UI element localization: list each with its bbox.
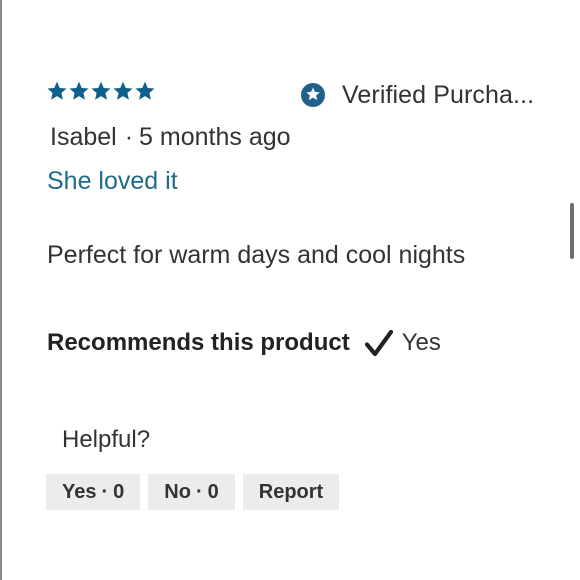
review-body: Perfect for warm days and cool nights [47, 241, 466, 269]
report-label: Report [258, 480, 324, 503]
star-icon [69, 81, 89, 100]
verified-purchase-label: Verified Purcha... [342, 80, 535, 109]
recommends-label: Recommends this product [47, 329, 350, 356]
verified-purchase-badge: Verified Purcha... [300, 80, 550, 110]
report-button[interactable]: Report [242, 474, 340, 510]
helpful-label: Helpful? [62, 426, 151, 453]
recommends-row: Recommends this product Yes [47, 326, 441, 360]
review-title: She loved it [47, 167, 178, 195]
helpful-actions: Yes · 0 No · 0 Report [46, 474, 340, 510]
helpful-no-count: 0 [207, 480, 219, 503]
scrollbar-thumb[interactable] [570, 203, 574, 259]
star-icon [135, 81, 155, 100]
verified-star-badge-icon [301, 83, 325, 107]
helpful-yes-label: Yes [62, 480, 97, 503]
no-dot: · [195, 480, 203, 503]
helpful-no-label: No [164, 480, 191, 503]
helpful-yes-count: 0 [113, 480, 125, 503]
meta-separator: · [124, 123, 134, 151]
yes-dot: · [101, 480, 109, 503]
checkmark-icon [364, 329, 393, 357]
star-icon [47, 81, 67, 100]
review-time: 5 months ago [139, 123, 291, 151]
star-rating [46, 80, 156, 108]
helpful-yes-button[interactable]: Yes · 0 [46, 474, 141, 510]
review-author: Isabel [50, 123, 117, 151]
review-meta: Isabel · 5 months ago [50, 123, 291, 152]
helpful-no-button[interactable]: No · 0 [148, 474, 235, 510]
left-border [0, 0, 2, 580]
star-icon [113, 81, 133, 100]
star-icon [91, 81, 111, 100]
recommends-value: Yes [401, 329, 441, 356]
